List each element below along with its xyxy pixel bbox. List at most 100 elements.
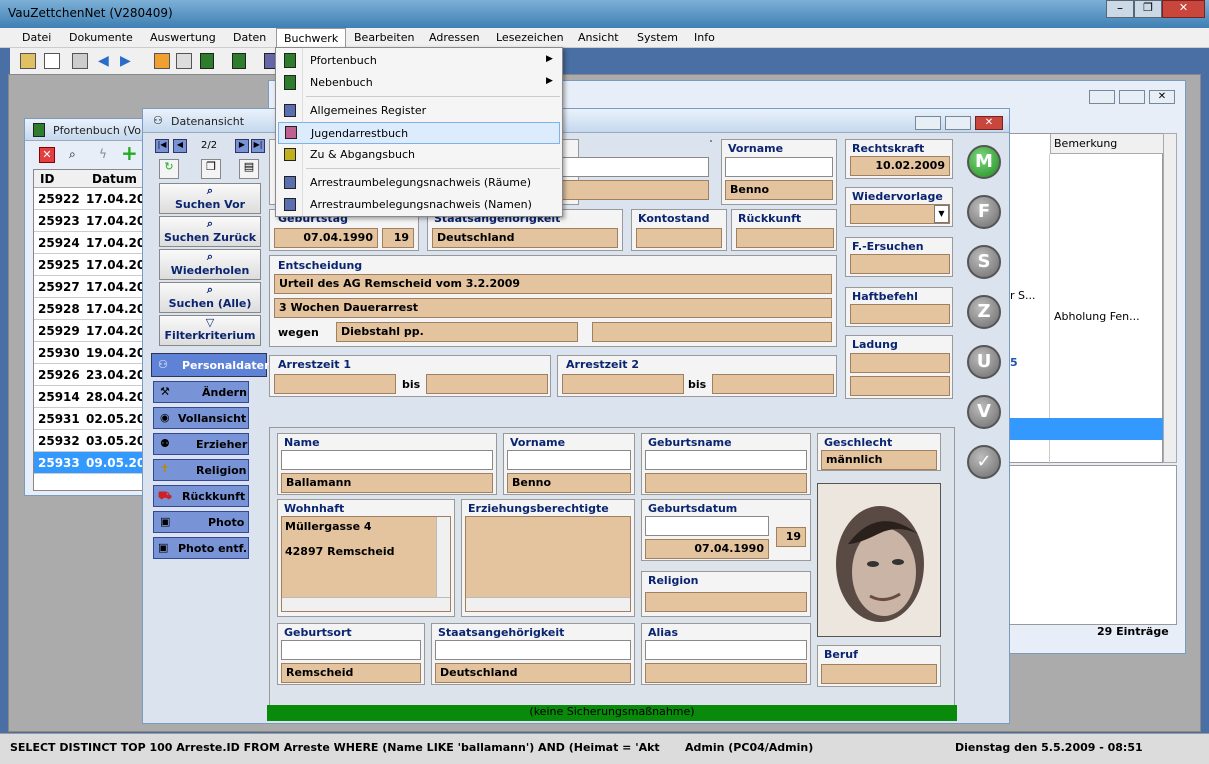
table-row[interactable]: 25922 17.04.200 <box>34 188 154 210</box>
photo-button[interactable]: ▣ Photo <box>153 511 249 533</box>
alias-input[interactable] <box>645 640 807 660</box>
menu-item-jugendarrestbuch[interactable]: Jugendarrestbuch <box>278 122 560 144</box>
da-maximize-button[interactable] <box>945 116 971 130</box>
table-row[interactable]: 25924 17.04.200 <box>34 232 154 254</box>
wohnhaft-textarea[interactable]: Müllergasse 4 42897 Remscheid <box>281 516 451 612</box>
column-header-id[interactable]: ID <box>40 172 54 186</box>
next-record-button[interactable]: ▶ <box>235 139 249 153</box>
geburtsname-input[interactable] <box>645 450 807 470</box>
name-top-input[interactable] <box>561 157 709 177</box>
minimize-button[interactable]: – <box>1106 0 1134 18</box>
u-circle-button[interactable]: U <box>967 345 1001 379</box>
back-arrow-icon[interactable]: ◀ <box>98 54 109 68</box>
menu-lesezeichen[interactable]: Lesezeichen <box>496 31 564 44</box>
v-circle-button[interactable]: V <box>967 395 1001 429</box>
name-input[interactable] <box>281 450 493 470</box>
geburtsort-input[interactable] <box>281 640 421 660</box>
religion-button[interactable]: ✝ Religion <box>153 459 249 481</box>
table-row[interactable]: 25925 17.04.200 <box>34 254 154 276</box>
first-record-button[interactable]: |◀ <box>155 139 169 153</box>
bg-selected-row[interactable] <box>1004 418 1164 440</box>
menu-ansicht[interactable]: Ansicht <box>578 31 619 44</box>
print-icon[interactable] <box>176 53 192 69</box>
vorname-top-input[interactable] <box>725 157 833 177</box>
table-row[interactable]: 25923 17.04.200 <box>34 210 154 232</box>
suchen-vor-button[interactable]: ⌕ Suchen Vor <box>159 183 261 214</box>
menu-system[interactable]: System <box>637 31 678 44</box>
erzieh-hscrollbar[interactable] <box>466 597 630 611</box>
checklist-icon[interactable] <box>44 53 60 69</box>
table-row[interactable]: 25927 17.04.200 <box>34 276 154 298</box>
table-row[interactable]: 25929 17.04.200 <box>34 320 154 342</box>
menu-info[interactable]: Info <box>694 31 715 44</box>
maximize-button[interactable]: ❐ <box>1134 0 1162 18</box>
bg-scrollbar[interactable] <box>1163 133 1177 463</box>
menu-auswertung[interactable]: Auswertung <box>150 31 216 44</box>
suchen-zurueck-button[interactable]: ⌕ Suchen Zurück <box>159 216 261 247</box>
open-book-icon[interactable] <box>20 53 36 69</box>
green-book-icon-2[interactable] <box>232 53 246 69</box>
bg-maximize-button[interactable] <box>1119 90 1145 104</box>
da-minimize-button[interactable] <box>915 116 941 130</box>
bg-minimize-button[interactable] <box>1089 90 1115 104</box>
rueckkunft-button[interactable]: ⛟ Rückkunft <box>153 485 249 507</box>
wiederholen-button[interactable]: ⌕ Wiederholen <box>159 249 261 280</box>
prev-record-button[interactable]: ◀ <box>173 139 187 153</box>
menu-datei[interactable]: Datei <box>22 31 51 44</box>
vorname-input[interactable] <box>507 450 631 470</box>
erzieher-button[interactable]: ⚉ Erzieher <box>153 433 249 455</box>
photo-entf-button[interactable]: ▣ Photo entf. <box>153 537 249 559</box>
column-header-bemerkung[interactable]: Bemerkung <box>1050 134 1164 154</box>
menu-buchwerk[interactable]: Buchwerk <box>276 28 347 48</box>
menu-bearbeiten[interactable]: Bearbeiten <box>354 31 414 44</box>
menu-item-pfortenbuch[interactable]: Pfortenbuch ▶ <box>278 50 560 72</box>
delete-icon[interactable]: ✕ <box>39 147 55 163</box>
table-row[interactable]: 25933 09.05.200 <box>34 452 154 474</box>
suchen-alle-button[interactable]: ⌕ Suchen (Alle) <box>159 282 261 313</box>
m-circle-button[interactable]: M <box>967 145 1001 179</box>
lightning-icon[interactable]: ϟ <box>99 147 115 163</box>
geburtsdatum-input[interactable] <box>645 516 769 536</box>
forward-arrow-icon[interactable]: ▶ <box>120 54 131 68</box>
wohnhaft-hscrollbar[interactable] <box>282 597 450 611</box>
table-row[interactable]: 25926 23.04.200 <box>34 364 154 386</box>
menu-item-arrestraum-raeume[interactable]: Arrestraumbelegungsnachweis (Räume) <box>278 172 560 194</box>
last-record-button[interactable]: ▶| <box>251 139 265 153</box>
menu-item-allgemeines-register[interactable]: Allgemeines Register <box>278 100 560 122</box>
menu-dokumente[interactable]: Dokumente <box>69 31 133 44</box>
staatsang-input[interactable] <box>435 640 631 660</box>
erziehungsberechtigte-textarea[interactable] <box>465 516 631 612</box>
table-row[interactable]: 25932 03.05.200 <box>34 430 154 452</box>
green-book-icon[interactable] <box>200 53 214 69</box>
column-header-datum[interactable]: Datum <box>92 172 137 186</box>
f-circle-button[interactable]: F <box>967 195 1001 229</box>
check-circle-button[interactable]: ✓ <box>967 445 1001 479</box>
window-icon[interactable]: ▤ <box>239 159 259 179</box>
z-circle-button[interactable]: Z <box>967 295 1001 329</box>
menu-daten[interactable]: Daten <box>233 31 266 44</box>
refresh-icon[interactable]: ↻ <box>159 159 179 179</box>
copy-icon[interactable]: ❐ <box>201 159 221 179</box>
chevron-down-icon[interactable]: ▼ <box>934 205 949 223</box>
folder-icon[interactable] <box>154 53 170 69</box>
user-icon[interactable] <box>72 53 88 69</box>
filterkriterium-button[interactable]: ▽ Filterkriterium <box>159 315 261 346</box>
bg-close-button[interactable]: ✕ <box>1149 90 1175 104</box>
menu-item-nebenbuch[interactable]: Nebenbuch ▶ <box>278 72 560 94</box>
menu-adressen[interactable]: Adressen <box>429 31 480 44</box>
add-icon[interactable]: + <box>121 143 139 163</box>
s-circle-button[interactable]: S <box>967 245 1001 279</box>
wohnhaft-vscrollbar[interactable] <box>436 517 450 597</box>
table-row[interactable]: 25930 19.04.200 <box>34 342 154 364</box>
aendern-button[interactable]: ⚒ Ändern <box>153 381 249 403</box>
da-close-button[interactable]: ✕ <box>975 116 1003 130</box>
menu-item-arrestraum-namen[interactable]: Arrestraumbelegungsnachweis (Namen) <box>278 194 560 216</box>
table-row[interactable]: 25928 17.04.200 <box>34 298 154 320</box>
menu-item-zu-abgangsbuch[interactable]: Zu & Abgangsbuch <box>278 144 560 166</box>
table-row[interactable]: 25931 02.05.200 <box>34 408 154 430</box>
binoculars-icon[interactable]: ⌕ <box>69 147 85 163</box>
close-button[interactable]: ✕ <box>1162 0 1205 18</box>
personaldaten-tab[interactable]: ⚇ Personaldaten <box>151 353 272 377</box>
vollansicht-button[interactable]: ◉ Vollansicht <box>153 407 249 429</box>
table-row[interactable]: 25914 28.04.200 <box>34 386 154 408</box>
